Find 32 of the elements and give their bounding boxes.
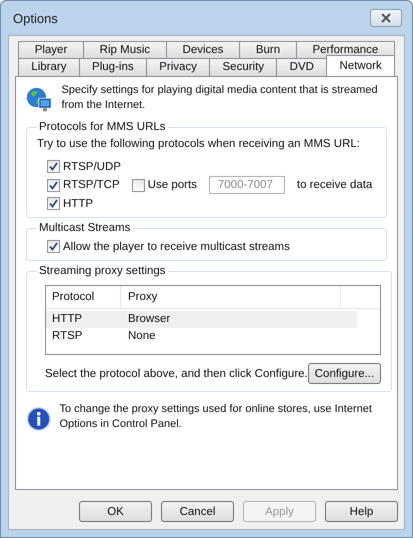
checkbox-label: Use ports — [148, 179, 197, 191]
protocols-hint: Try to use the following protocols when receiving an MMS URL: — [37, 138, 361, 150]
tab[interactable]: Rip Music — [82, 41, 167, 59]
dialog-button[interactable]: Help — [325, 501, 398, 522]
dialog-button[interactable]: OK — [79, 501, 152, 522]
info-text: To change the proxy settings used for online stores, use Internet Options in Control Panel. — [59, 402, 373, 432]
window-title: Options — [13, 10, 58, 26]
group-title: Protocols for MMS URLs — [38, 121, 167, 133]
dialog-button[interactable]: Cancel — [161, 501, 234, 522]
ports-suffix: to receive data — [296, 179, 372, 191]
column-header[interactable]: Protocol — [46, 286, 121, 308]
tab[interactable]: Player — [18, 41, 84, 59]
tab[interactable]: Network — [326, 55, 395, 76]
list-row[interactable]: RTSP None — [46, 328, 357, 345]
checkbox-label: RTSP/UDP — [63, 160, 121, 172]
checkbox-label: Allow the player to receive multicast streams — [63, 240, 290, 252]
group-title: Multicast Streams — [38, 222, 132, 234]
list-row[interactable]: HTTP Browser — [46, 311, 357, 328]
configure-button[interactable]: Configure... — [308, 363, 382, 384]
tab[interactable]: Devices — [166, 41, 240, 59]
checkbox-label: HTTP — [63, 198, 94, 210]
tab[interactable]: Burn — [239, 41, 297, 59]
tab[interactable]: DVD — [276, 58, 328, 76]
configure-hint: Select the protocol above, and then click Configure. — [45, 368, 308, 380]
column-header[interactable]: Proxy — [121, 286, 341, 308]
group-title: Streaming proxy settings — [38, 265, 167, 277]
tab[interactable]: Library — [18, 58, 80, 76]
tab[interactable]: Plug-ins — [78, 58, 147, 76]
tab[interactable]: Security — [209, 58, 278, 76]
intro-text: Specify settings for playing digital media content that is streamed from the Internet. — [61, 83, 379, 113]
tab[interactable]: Privacy — [146, 58, 210, 76]
checkbox-label: RTSP/TCP — [63, 179, 120, 191]
